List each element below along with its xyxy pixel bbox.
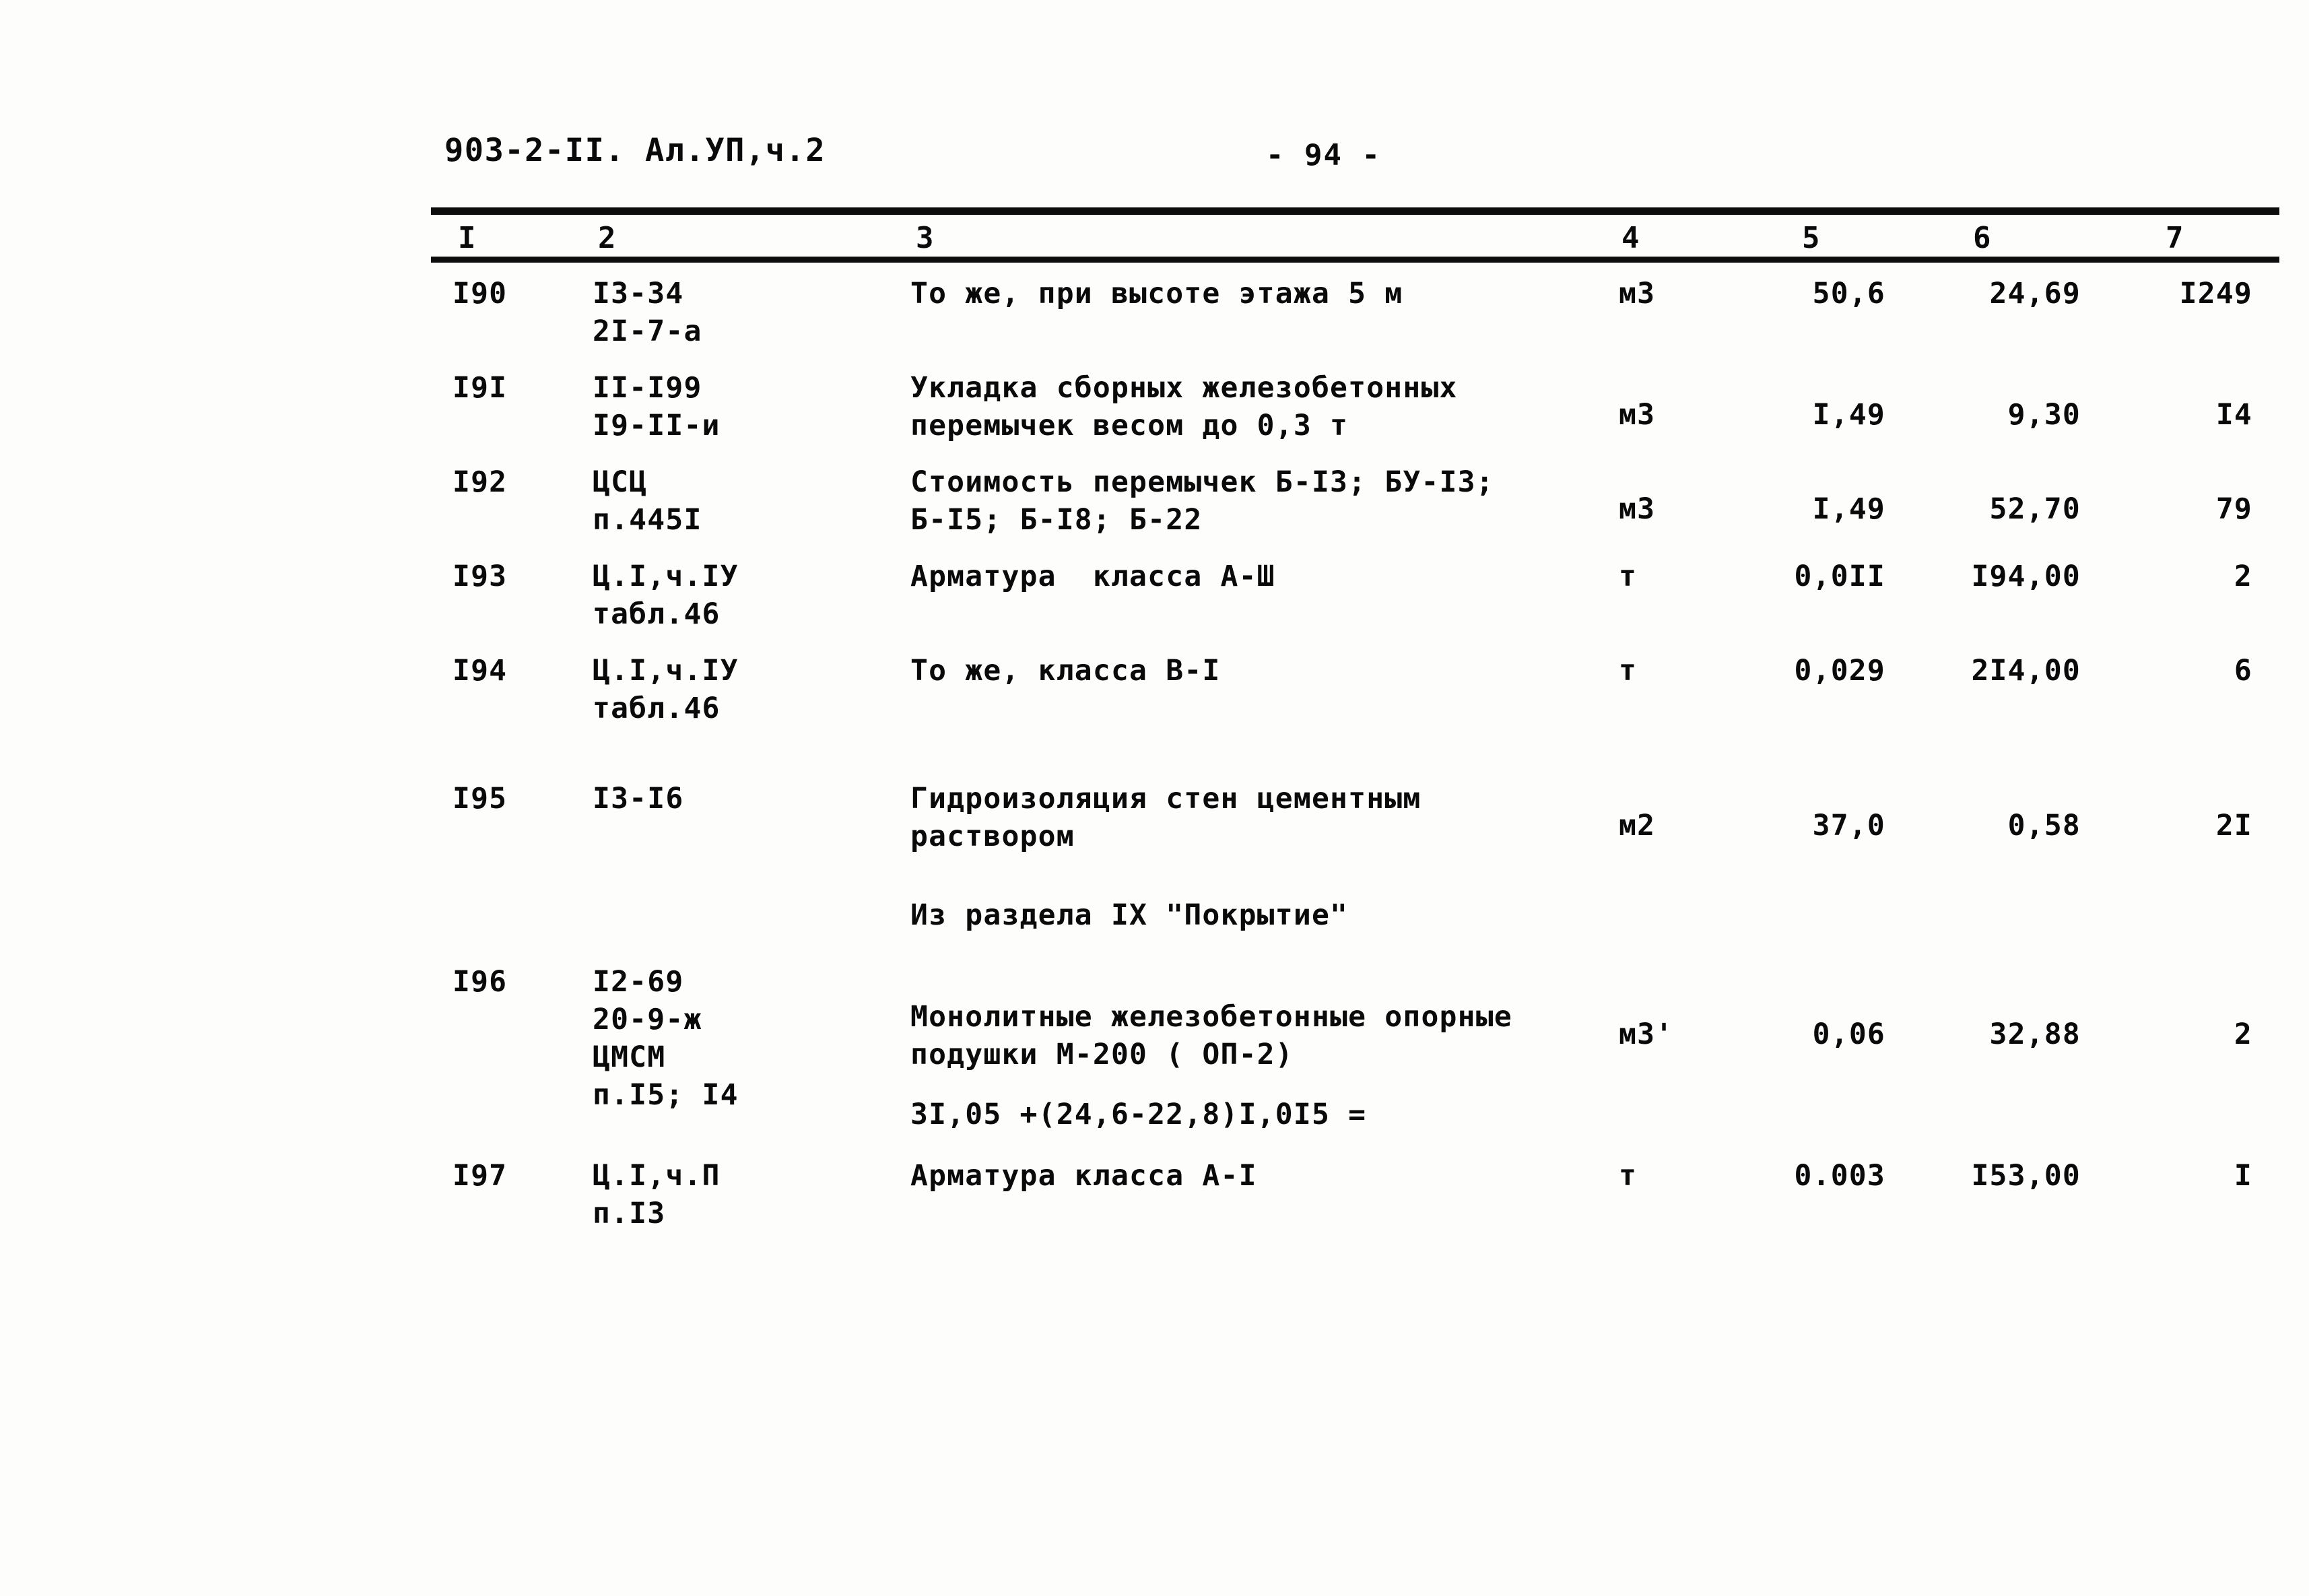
table-row: I92 ЦСЦ п.445I Стоимость перемычек Б-I3;…: [0, 458, 2309, 552]
row-description: Монолитные железобетонные опорные подушк…: [910, 1000, 1512, 1071]
row-quantity: I,49: [1812, 492, 1885, 526]
row-description: То же, при высоте этажа 5 м: [910, 277, 1403, 310]
column-header-3: 3: [916, 221, 935, 255]
row-number: I93: [453, 560, 508, 593]
row-number: I9I: [453, 371, 508, 405]
row-unit: м2: [1619, 809, 1656, 842]
section-note-row: Из раздела IX "Покрытие": [0, 875, 2309, 963]
row-unit-price: 32,88: [1989, 1018, 2081, 1051]
table-header-rule: [431, 257, 2279, 263]
column-header-2: 2: [598, 221, 617, 255]
row-total: I249: [2179, 277, 2252, 310]
row-unit: м3: [1619, 398, 1656, 432]
column-header-5: 5: [1802, 221, 1821, 255]
row-unit-price: I53,00: [1971, 1159, 2081, 1193]
row-code: Ц.I,ч.IУ табл.46: [593, 560, 739, 631]
row-total: 2I: [2215, 809, 2252, 842]
column-header-4: 4: [1621, 221, 1640, 255]
column-header-1: I: [458, 221, 477, 255]
row-number: I92: [453, 465, 508, 499]
row-total: I4: [2215, 398, 2252, 432]
row-total: 2: [2234, 1018, 2252, 1051]
column-header-7: 7: [2166, 221, 2184, 255]
table-row: I93 Ц.I,ч.IУ табл.46 Арматура класса А-Ш…: [0, 552, 2309, 646]
row-total: 6: [2234, 654, 2252, 688]
row-quantity: 0,0II: [1794, 560, 1885, 593]
row-total: I: [2234, 1159, 2252, 1193]
estimate-table-body: I90 I3-34 2I-7-а То же, при высоте этажа…: [0, 269, 2309, 1265]
table-top-rule: [431, 207, 2279, 215]
row-number: I90: [453, 277, 508, 310]
calculation-formula: 3I,05 +(24,6-22,8)I,0I5 =: [910, 1098, 1367, 1131]
document-code-header: 903-2-II. Ал.УП,ч.2: [444, 132, 826, 169]
row-quantity: 0.003: [1794, 1159, 1885, 1193]
row-quantity: I,49: [1812, 398, 1885, 432]
row-unit: т: [1619, 560, 1638, 593]
row-unit: м3: [1619, 277, 1656, 310]
row-number: I96: [453, 965, 508, 999]
row-unit-price: 52,70: [1989, 492, 2081, 526]
table-row: I95 I3-I6 Гидроизоляция стен цементным р…: [0, 774, 2309, 875]
row-description: То же, класса В-I: [910, 654, 1221, 688]
row-unit-price: 24,69: [1989, 277, 2081, 310]
row-unit-price: I94,00: [1971, 560, 2081, 593]
table-row: I96 I2-69 20-9-ж ЦМСМ п.I5; I4 Монолитны…: [0, 963, 2309, 1112]
table-row: I90 I3-34 2I-7-а То же, при высоте этажа…: [0, 269, 2309, 364]
document-page: 903-2-II. Ал.УП,ч.2 - 94 - I 2 3 4 5 6 7…: [0, 0, 2309, 1596]
row-code: II-I99 I9-II-и: [593, 371, 721, 442]
table-row: I94 Ц.I,ч.IУ табл.46 То же, класса В-I т…: [0, 646, 2309, 774]
row-number: I95: [453, 782, 508, 816]
formula-row: 3I,05 +(24,6-22,8)I,0I5 =: [0, 1098, 2309, 1157]
row-description: Укладка сборных железобетонных перемычек…: [910, 371, 1458, 442]
row-unit: т: [1619, 654, 1638, 688]
row-code: ЦСЦ п.445I: [593, 465, 702, 537]
row-number: I97: [453, 1159, 508, 1193]
row-unit: м3': [1619, 1018, 1674, 1051]
row-description: Арматура класса А-Ш: [910, 560, 1275, 593]
row-total: 79: [2215, 492, 2252, 526]
page-number: - 94 -: [1266, 138, 1381, 172]
row-number: I94: [453, 654, 508, 688]
column-header-6: 6: [1973, 221, 1992, 255]
row-code: I3-34 2I-7-а: [593, 277, 702, 348]
table-row: I97 Ц.I,ч.П п.I3 Арматура класса А-I т 0…: [0, 1157, 2309, 1265]
row-code: Ц.I,ч.П п.I3: [593, 1159, 721, 1230]
row-quantity: 0,06: [1812, 1018, 1885, 1051]
row-description: Арматура класса А-I: [910, 1159, 1257, 1193]
row-unit: т: [1619, 1159, 1638, 1193]
row-quantity: 0,029: [1794, 654, 1885, 688]
row-code: I2-69 20-9-ж ЦМСМ п.I5; I4: [593, 965, 739, 1112]
row-unit: м3: [1619, 492, 1656, 526]
section-note: Из раздела IX "Покрытие": [910, 898, 1349, 932]
row-unit-price: 0,58: [2007, 809, 2081, 842]
row-code: I3-I6: [593, 782, 684, 816]
table-row: I9I II-I99 I9-II-и Укладка сборных желез…: [0, 364, 2309, 458]
row-description: Стоимость перемычек Б-I3; БУ-I3; Б-I5; Б…: [910, 465, 1494, 537]
row-quantity: 50,6: [1812, 277, 1885, 310]
row-unit-price: 2I4,00: [1971, 654, 2081, 688]
row-description: Гидроизоляция стен цементным раствором: [910, 782, 1421, 853]
row-unit-price: 9,30: [2007, 398, 2081, 432]
row-quantity: 37,0: [1812, 809, 1885, 842]
row-total: 2: [2234, 560, 2252, 593]
row-code: Ц.I,ч.IУ табл.46: [593, 654, 739, 725]
